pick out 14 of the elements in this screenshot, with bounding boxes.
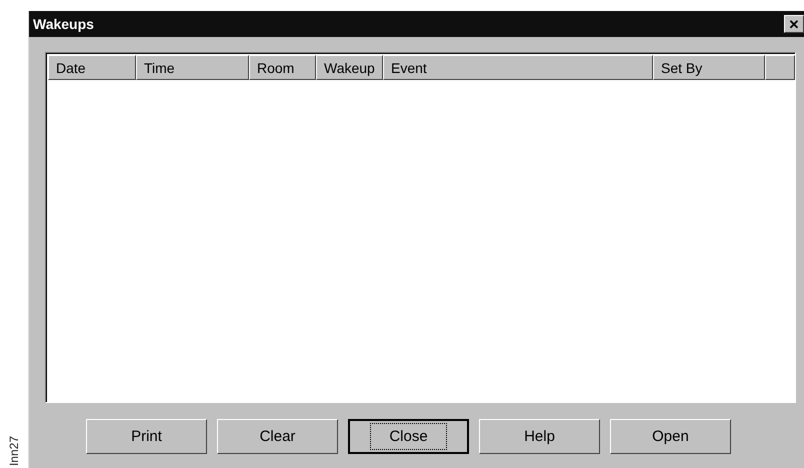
column-header[interactable]: Time bbox=[136, 55, 249, 80]
action-button[interactable]: Close bbox=[348, 419, 469, 454]
column-header[interactable]: Wakeup bbox=[316, 55, 383, 80]
action-button[interactable]: Clear bbox=[217, 419, 338, 454]
action-button[interactable]: Print bbox=[86, 419, 207, 454]
close-button[interactable]: ✕ bbox=[784, 15, 804, 33]
action-button[interactable]: Open bbox=[610, 419, 731, 454]
column-header[interactable]: Room bbox=[249, 55, 316, 80]
column-header[interactable]: Date bbox=[48, 55, 136, 80]
column-header[interactable]: Event bbox=[383, 55, 653, 80]
window-title: Wakeups bbox=[33, 16, 94, 32]
column-header[interactable]: Set By bbox=[653, 55, 765, 80]
figure-label: Inn27 bbox=[7, 436, 21, 466]
action-button[interactable]: Help bbox=[479, 419, 600, 454]
